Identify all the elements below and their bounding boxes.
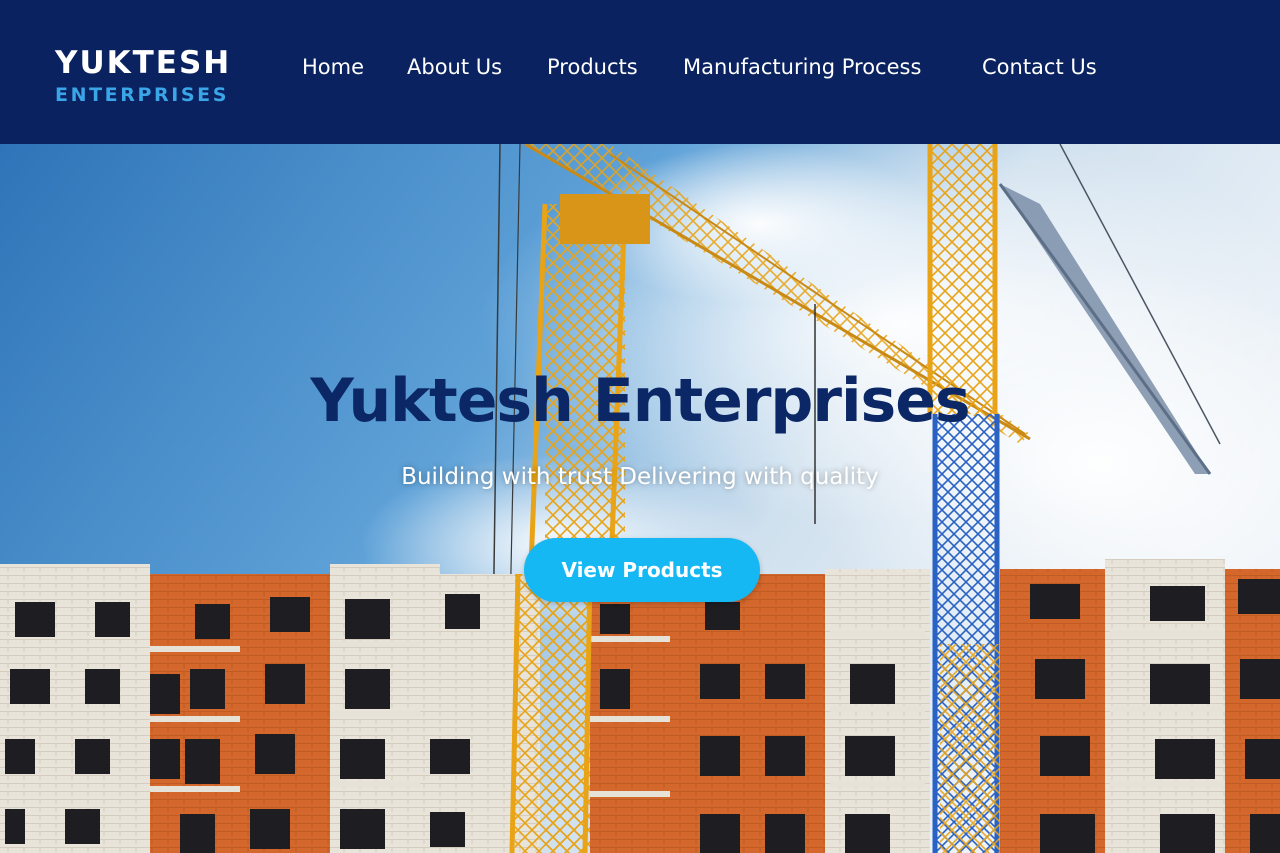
nav-item-contact-us[interactable]: Contact Us — [982, 52, 1097, 82]
nav-item-products[interactable]: Products — [547, 52, 638, 82]
hero-section: Yuktesh Enterprises Building with trust … — [0, 144, 1280, 853]
brand-logo[interactable]: YUKTESH ENTERPRISES — [55, 46, 245, 108]
nav-item-home[interactable]: Home — [302, 52, 364, 82]
brand-tagline: ENTERPRISES — [55, 84, 230, 106]
hero-background-image — [0, 144, 1280, 853]
hero-subtitle: Building with trust Delivering with qual… — [401, 464, 879, 490]
brand-name: YUKTESH — [55, 45, 232, 81]
nav-item-manufacturing-process[interactable]: Manufacturing Process — [683, 52, 921, 82]
view-products-button[interactable]: View Products — [524, 538, 760, 602]
nav-item-about-us[interactable]: About Us — [407, 52, 502, 82]
site-header: YUKTESH ENTERPRISES Home About Us Produc… — [0, 0, 1280, 144]
hero-title: Yuktesh Enterprises — [310, 366, 970, 436]
